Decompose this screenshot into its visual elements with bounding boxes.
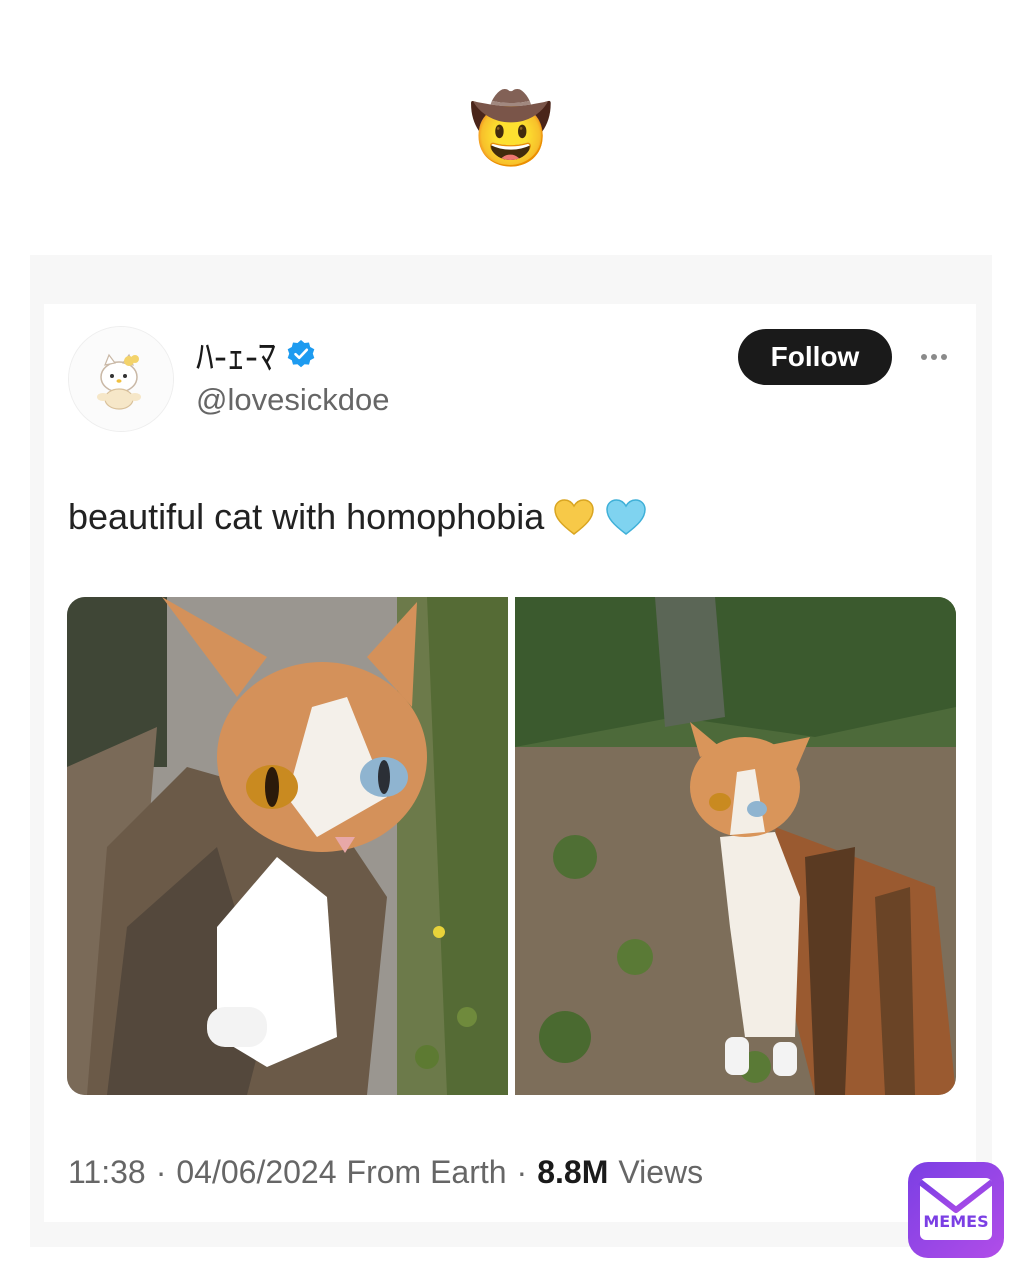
calico-cat-closeup-icon bbox=[67, 597, 508, 1095]
dot bbox=[921, 354, 927, 360]
display-name[interactable]: ﾊ-ｪ-ﾏ bbox=[196, 328, 276, 380]
light-blue-heart-icon bbox=[606, 499, 647, 535]
dot bbox=[931, 354, 937, 360]
memes-logo: MEMES bbox=[906, 1160, 1006, 1260]
verified-badge-icon bbox=[287, 340, 315, 368]
hello-kitty-avatar-icon bbox=[69, 327, 173, 431]
tweet-meta: 11:38 · 04/06/2024 From Earth · 8.8M Vie… bbox=[68, 1148, 703, 1196]
cat-garden-photo[interactable] bbox=[515, 597, 956, 1095]
meta-separator: · bbox=[155, 1153, 167, 1190]
more-options-icon[interactable] bbox=[912, 340, 956, 374]
follow-button[interactable]: Follow bbox=[738, 329, 892, 385]
memes-envelope-icon: MEMES bbox=[908, 1162, 1004, 1258]
views-count: 8.8M bbox=[537, 1153, 609, 1190]
avatar[interactable] bbox=[68, 326, 174, 432]
user-handle[interactable]: @lovesickdoe bbox=[196, 382, 389, 418]
display-name-row[interactable]: ﾊ-ｪ-ﾏ bbox=[196, 328, 316, 380]
tweet-text: beautiful cat with homophobia bbox=[68, 496, 545, 537]
dot bbox=[941, 354, 947, 360]
tweet-text-row: beautiful cat with homophobia bbox=[68, 492, 648, 542]
tweet-time[interactable]: 11:38 bbox=[68, 1154, 146, 1191]
memes-logo-label: MEMES bbox=[923, 1212, 988, 1231]
meta-separator: · bbox=[516, 1153, 528, 1190]
cowboy-emoji: 🤠 bbox=[468, 90, 554, 169]
tweet-location: From Earth bbox=[346, 1153, 507, 1190]
yellow-heart-icon bbox=[554, 499, 595, 535]
cat-closeup-photo[interactable] bbox=[67, 597, 508, 1095]
calico-cat-garden-icon bbox=[515, 597, 956, 1095]
views-label: Views bbox=[618, 1153, 704, 1190]
tweet-date[interactable]: 04/06/2024 bbox=[176, 1154, 336, 1191]
